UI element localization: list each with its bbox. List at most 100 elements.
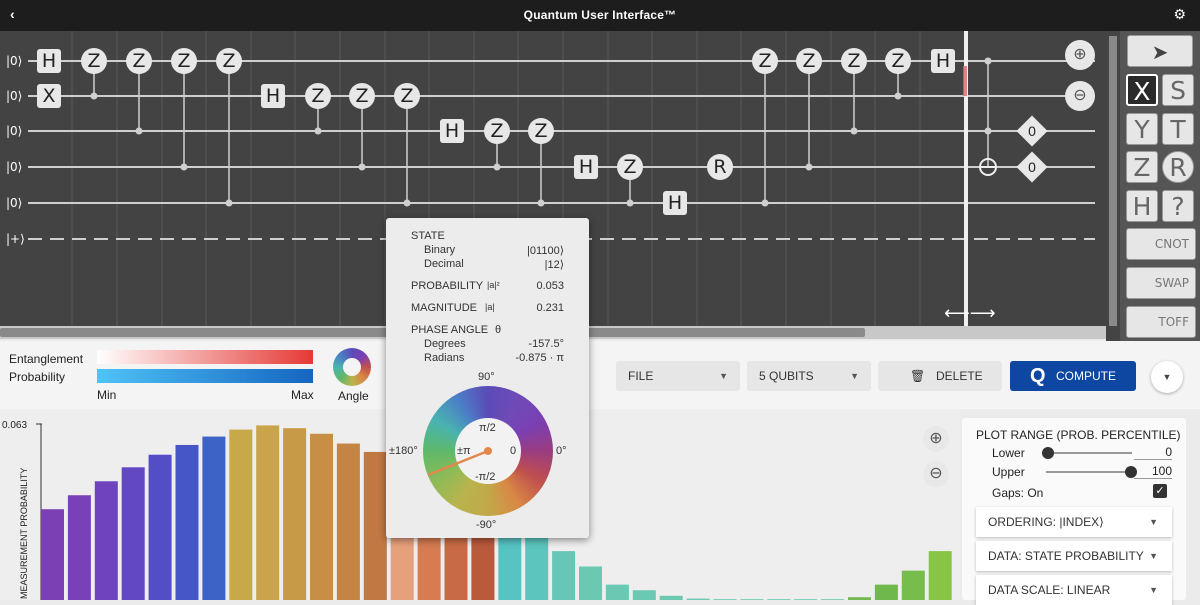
chart-bar[interactable] xyxy=(121,467,145,600)
wheel-left-label: ±180° xyxy=(389,445,418,457)
app-title: Quantum User Interface™ xyxy=(523,8,677,22)
chart-bar[interactable] xyxy=(94,481,118,600)
tool-t[interactable]: T xyxy=(1162,113,1194,145)
chart-bar[interactable] xyxy=(41,509,64,600)
z-gate[interactable]: Z xyxy=(394,83,420,109)
lower-value-input[interactable]: 0 xyxy=(1134,445,1172,460)
toff-label: TOFF xyxy=(1158,315,1189,329)
wire-label: |0⟩ xyxy=(6,196,23,210)
z-gate[interactable]: Z xyxy=(796,48,822,74)
ordering-dropdown[interactable]: ORDERING: |INDEX⟩ ▼ xyxy=(976,507,1172,537)
delete-button[interactable]: 🗑 DELETE xyxy=(878,361,1002,391)
zoom-in-icon[interactable]: ⊕ xyxy=(1065,40,1095,70)
tool-s[interactable]: S xyxy=(1162,74,1194,106)
chart-bar[interactable] xyxy=(283,428,307,600)
chart-bar[interactable] xyxy=(202,436,226,600)
lower-label: Lower xyxy=(992,446,1025,460)
tool-swap[interactable]: SWAP xyxy=(1126,267,1196,299)
playhead-drag-handle: ⟵⟶ xyxy=(944,303,996,324)
z-gate[interactable]: Z xyxy=(617,154,643,180)
chart-bar[interactable] xyxy=(901,570,925,600)
tool-y[interactable]: Y xyxy=(1126,113,1158,145)
z-gate[interactable]: Z xyxy=(484,118,510,144)
wire-label: |0⟩ xyxy=(6,124,23,138)
more-options-chevron-icon[interactable]: ▼ xyxy=(1151,361,1183,393)
chart-bar[interactable] xyxy=(874,584,898,600)
chart-bar[interactable] xyxy=(229,429,253,600)
gaps-label: Gaps: On xyxy=(992,486,1044,500)
plot-range-title: PLOT RANGE (PROB. PERCENTILE) xyxy=(976,428,1181,442)
qubits-dropdown[interactable]: 5 QUBITS ▼ xyxy=(747,361,871,391)
z-gate[interactable]: Z xyxy=(305,83,331,109)
tool-h[interactable]: H xyxy=(1126,190,1158,222)
chart-bar[interactable] xyxy=(605,584,629,600)
chart-zoom-in-icon[interactable]: ⊕ xyxy=(923,426,949,452)
chart-bar[interactable] xyxy=(363,451,387,600)
chart-bar[interactable] xyxy=(525,530,549,600)
chart-bar[interactable] xyxy=(336,443,360,600)
z-gate[interactable]: Z xyxy=(349,83,375,109)
compute-button[interactable]: Q COMPUTE xyxy=(1010,361,1136,391)
x-gate[interactable]: X xyxy=(37,84,61,108)
max-label: Max xyxy=(291,388,314,402)
r-gate[interactable]: R xyxy=(707,154,733,180)
file-dropdown[interactable]: FILE ▼ xyxy=(616,361,740,391)
data-scale-dropdown[interactable]: DATA SCALE: LINEAR ▼ xyxy=(976,575,1172,605)
z-gate[interactable]: Z xyxy=(216,48,242,74)
vertical-scrollbar[interactable] xyxy=(1106,31,1120,341)
upper-slider[interactable] xyxy=(1046,471,1132,473)
chart-bar[interactable] xyxy=(175,444,199,600)
lower-slider[interactable] xyxy=(1046,452,1132,454)
gaps-checkbox[interactable]: ✓ xyxy=(1153,484,1167,498)
inner-right-label: 0 xyxy=(510,445,517,457)
z-gate[interactable]: Z xyxy=(528,118,554,144)
measurement-gate[interactable]: 0 xyxy=(1016,151,1048,183)
chart-bar[interactable] xyxy=(928,551,952,600)
measurement-gate[interactable]: 0 xyxy=(1016,115,1048,147)
z-gate[interactable]: Z xyxy=(841,48,867,74)
h-gate[interactable]: H xyxy=(931,49,955,73)
z-gate[interactable]: Z xyxy=(885,48,911,74)
inner-top-label: π/2 xyxy=(479,422,496,434)
chart-zoom-out-icon[interactable]: ⊖ xyxy=(923,461,949,487)
chart-bar[interactable] xyxy=(579,566,602,600)
tool-z[interactable]: Z xyxy=(1126,151,1158,183)
tool-x[interactable]: X xyxy=(1126,74,1158,106)
upper-value-input[interactable]: 100 xyxy=(1134,464,1172,479)
tool-r[interactable]: R xyxy=(1162,151,1194,183)
h-gate[interactable]: H xyxy=(663,191,687,215)
probability-label: Probability xyxy=(9,370,66,384)
z-gate[interactable]: Z xyxy=(171,48,197,74)
lower-slider-handle[interactable] xyxy=(1042,447,1054,459)
h-gate[interactable]: H xyxy=(574,155,598,179)
y-tick-label: 0.063 xyxy=(2,420,27,431)
tool-custom[interactable]: ? xyxy=(1162,190,1194,222)
chart-bar[interactable] xyxy=(659,595,683,600)
z-gate[interactable]: Z xyxy=(126,48,152,74)
tool-cnot[interactable]: CNOT xyxy=(1126,228,1196,260)
chart-bar[interactable] xyxy=(67,495,91,600)
entanglement-label: Entanglement xyxy=(9,352,84,366)
data-dropdown[interactable]: DATA: STATE PROBABILITY ▼ xyxy=(976,541,1172,571)
chart-bar[interactable] xyxy=(632,590,656,600)
chart-bar[interactable] xyxy=(148,454,172,600)
h-gate[interactable]: H xyxy=(440,119,464,143)
chart-bar[interactable] xyxy=(256,425,280,600)
wheel-bottom-label: -90° xyxy=(476,519,497,531)
z-gate[interactable]: Z xyxy=(752,48,778,74)
wheel-right-label: 0° xyxy=(556,445,567,457)
legend-bar: Entanglement Probability Min Max Angle F… xyxy=(0,341,1200,409)
h-gate[interactable]: H xyxy=(261,84,285,108)
cnot-label: CNOT xyxy=(1154,237,1189,251)
entanglement-gradient xyxy=(97,350,313,364)
pointer-tool-icon[interactable]: ➤ xyxy=(1127,35,1193,67)
wire-label: |+⟩ xyxy=(6,232,25,246)
tool-toff[interactable]: TOFF xyxy=(1126,306,1196,338)
gear-icon[interactable]: ⚙ xyxy=(1173,6,1186,23)
z-gate[interactable]: Z xyxy=(81,48,107,74)
chart-bar[interactable] xyxy=(310,433,333,600)
h-gate[interactable]: H xyxy=(37,49,61,73)
zoom-out-icon[interactable]: ⊖ xyxy=(1065,81,1095,111)
inner-left-label: ±π xyxy=(457,445,471,457)
chart-bar[interactable] xyxy=(552,551,576,600)
